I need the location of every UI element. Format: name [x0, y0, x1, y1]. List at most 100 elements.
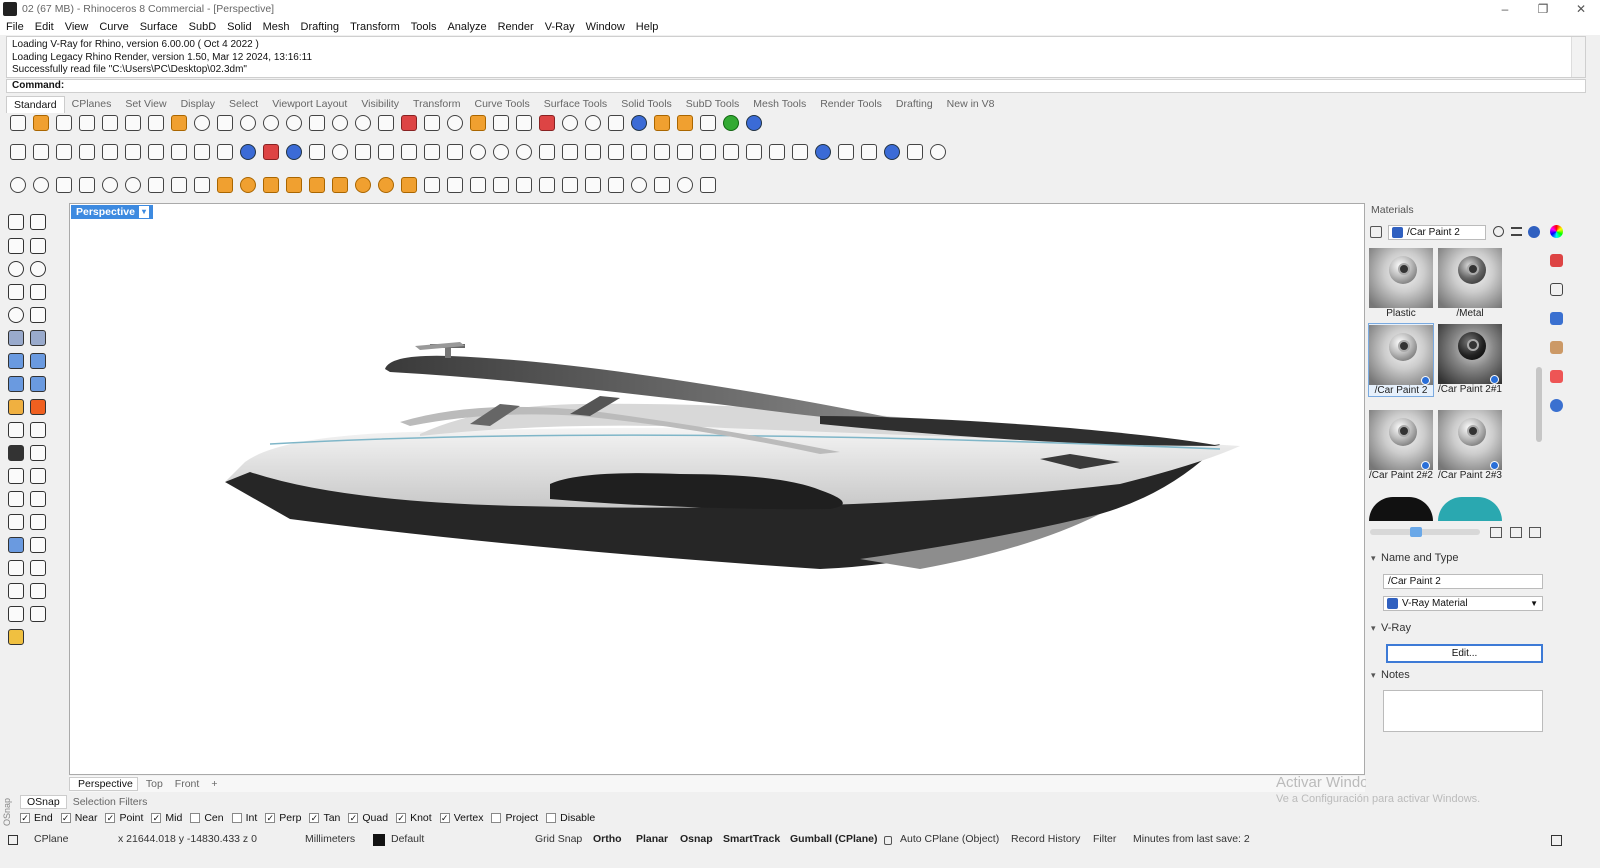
delete-point-icon[interactable] [700, 144, 716, 160]
network-icon[interactable] [125, 177, 141, 193]
ground-plane-icon[interactable] [424, 177, 440, 193]
proxy-icon[interactable] [539, 177, 555, 193]
move-tool-icon[interactable] [8, 468, 24, 484]
checkbox-unchecked[interactable] [231, 813, 242, 823]
close-button[interactable]: ✕ [1562, 0, 1600, 18]
viewport-tab-top[interactable]: Top [138, 778, 167, 790]
list-icon[interactable] [907, 144, 923, 160]
tab-select[interactable]: Select [222, 96, 265, 112]
boolean-icon[interactable] [240, 144, 256, 160]
checkbox-checked[interactable]: ✓ [151, 813, 162, 823]
curve-tool-icon[interactable] [30, 238, 46, 254]
viewport-title-tab[interactable]: Perspective ▾ [71, 205, 153, 219]
decal-icon[interactable] [562, 177, 578, 193]
name-and-type-section[interactable]: ▾ Name and Type [1371, 552, 1458, 564]
fit-icon[interactable] [470, 144, 486, 160]
display-panel-icon[interactable] [1550, 283, 1563, 296]
fillet-tool-icon[interactable] [30, 307, 46, 323]
menu-drafting[interactable]: Drafting [301, 21, 340, 33]
material-thumbnail[interactable]: Plastic [1368, 247, 1434, 321]
cup-icon[interactable] [56, 177, 72, 193]
osnap-quad[interactable]: ✓ Quad [348, 812, 388, 824]
checkbox-checked[interactable]: ✓ [60, 813, 71, 823]
rebuild-icon[interactable] [148, 144, 164, 160]
menu-window[interactable]: Window [586, 21, 625, 33]
notes-textarea[interactable] [1383, 690, 1543, 732]
material-sphere-icon[interactable] [631, 115, 647, 131]
material-name-field[interactable]: /Car Paint 2 [1383, 574, 1543, 589]
zoom-selected-icon[interactable] [332, 115, 348, 131]
fur-icon[interactable] [516, 177, 532, 193]
light-tool-icon[interactable] [8, 399, 24, 415]
polyline-tool-icon[interactable] [8, 238, 24, 254]
curve-icon[interactable] [654, 144, 670, 160]
cplane-icon[interactable] [8, 835, 18, 845]
scale-icon[interactable] [401, 144, 417, 160]
solid-box-icon[interactable] [8, 353, 24, 369]
tab-mesh-tools[interactable]: Mesh Tools [746, 96, 813, 112]
gumball-icon[interactable] [884, 144, 900, 160]
array-tool-icon[interactable] [8, 514, 24, 530]
surface-tool-icon[interactable] [8, 330, 24, 346]
tab-set-view[interactable]: Set View [118, 96, 173, 112]
checkbox-checked[interactable]: ✓ [348, 813, 359, 823]
mesh-tool-icon[interactable] [30, 376, 46, 392]
render-sphere-icon[interactable] [585, 115, 601, 131]
zoom-icon[interactable] [263, 115, 279, 131]
tree-view-icon[interactable] [1529, 527, 1541, 538]
four-viewports-icon[interactable] [378, 115, 394, 131]
layer-icon[interactable] [539, 115, 555, 131]
point-tool-icon[interactable] [30, 214, 46, 230]
boolean-union-icon[interactable] [30, 353, 46, 369]
sun-light-icon[interactable] [378, 177, 394, 193]
pipe-icon[interactable] [838, 144, 854, 160]
status-smarttrack[interactable]: SmartTrack [723, 833, 780, 845]
menu-help[interactable]: Help [636, 21, 659, 33]
menu-vray[interactable]: V-Ray [545, 21, 575, 33]
zoom-window-icon[interactable] [286, 115, 302, 131]
status-grid-snap[interactable]: Grid Snap [535, 833, 582, 845]
dimension-icon[interactable] [654, 115, 670, 131]
hidden-car-icon[interactable] [424, 115, 440, 131]
viewport-dropdown-icon[interactable]: ▾ [138, 206, 149, 218]
tab-subd-tools[interactable]: SubD Tools [679, 96, 747, 112]
status-layer[interactable]: Default [391, 833, 424, 845]
tab-standard[interactable]: Standard [6, 95, 65, 113]
texture-sphere-icon[interactable] [608, 115, 624, 131]
blend-curve-icon[interactable] [217, 144, 233, 160]
transform-tool-icon[interactable] [30, 583, 46, 599]
sweep-icon[interactable] [263, 144, 279, 160]
options-gear-icon[interactable] [677, 115, 693, 131]
osnap-knot[interactable]: ✓ Knot [396, 812, 432, 824]
perspective-viewport[interactable]: Perspective ▾ [69, 203, 1365, 775]
list-view-icon[interactable] [1510, 527, 1522, 538]
material-picker-icon[interactable] [1370, 226, 1382, 238]
box-frame-icon[interactable] [470, 177, 486, 193]
checkbox-checked[interactable]: ✓ [396, 813, 407, 823]
new-file-icon[interactable] [10, 115, 26, 131]
arc-tool-icon[interactable] [8, 307, 24, 323]
material-thumbnail[interactable]: /Car Paint 2#2 [1368, 409, 1434, 483]
rhino-app-icon[interactable] [3, 2, 17, 16]
checkbox-checked[interactable]: ✓ [439, 813, 450, 823]
refresh-view-icon[interactable] [355, 115, 371, 131]
checkbox-checked[interactable]: ✓ [20, 813, 30, 823]
materials-panel-icon[interactable] [1550, 254, 1563, 267]
compass-icon[interactable] [677, 177, 693, 193]
rain-icon[interactable] [401, 177, 417, 193]
material-thumbnail[interactable]: /Metal [1437, 247, 1503, 321]
tab-new-in-v8[interactable]: New in V8 [940, 96, 1002, 112]
mesh-light-icon[interactable] [700, 177, 716, 193]
viewport-tab-front[interactable]: Front [167, 778, 204, 790]
tab-cplanes[interactable]: CPlanes [65, 96, 119, 112]
vray-section[interactable]: ▾ V-Ray [1371, 622, 1411, 634]
group-tool-icon[interactable] [8, 445, 24, 461]
export-icon[interactable] [102, 115, 118, 131]
command-line[interactable]: Command: [6, 79, 1586, 93]
menu-tools[interactable]: Tools [411, 21, 437, 33]
ellipse-tool-icon[interactable] [30, 261, 46, 277]
status-filter[interactable]: Filter [1093, 833, 1116, 845]
control-point-icon[interactable] [631, 144, 647, 160]
diagonal-icon[interactable] [861, 144, 877, 160]
chamfer-curve-icon[interactable] [33, 144, 49, 160]
